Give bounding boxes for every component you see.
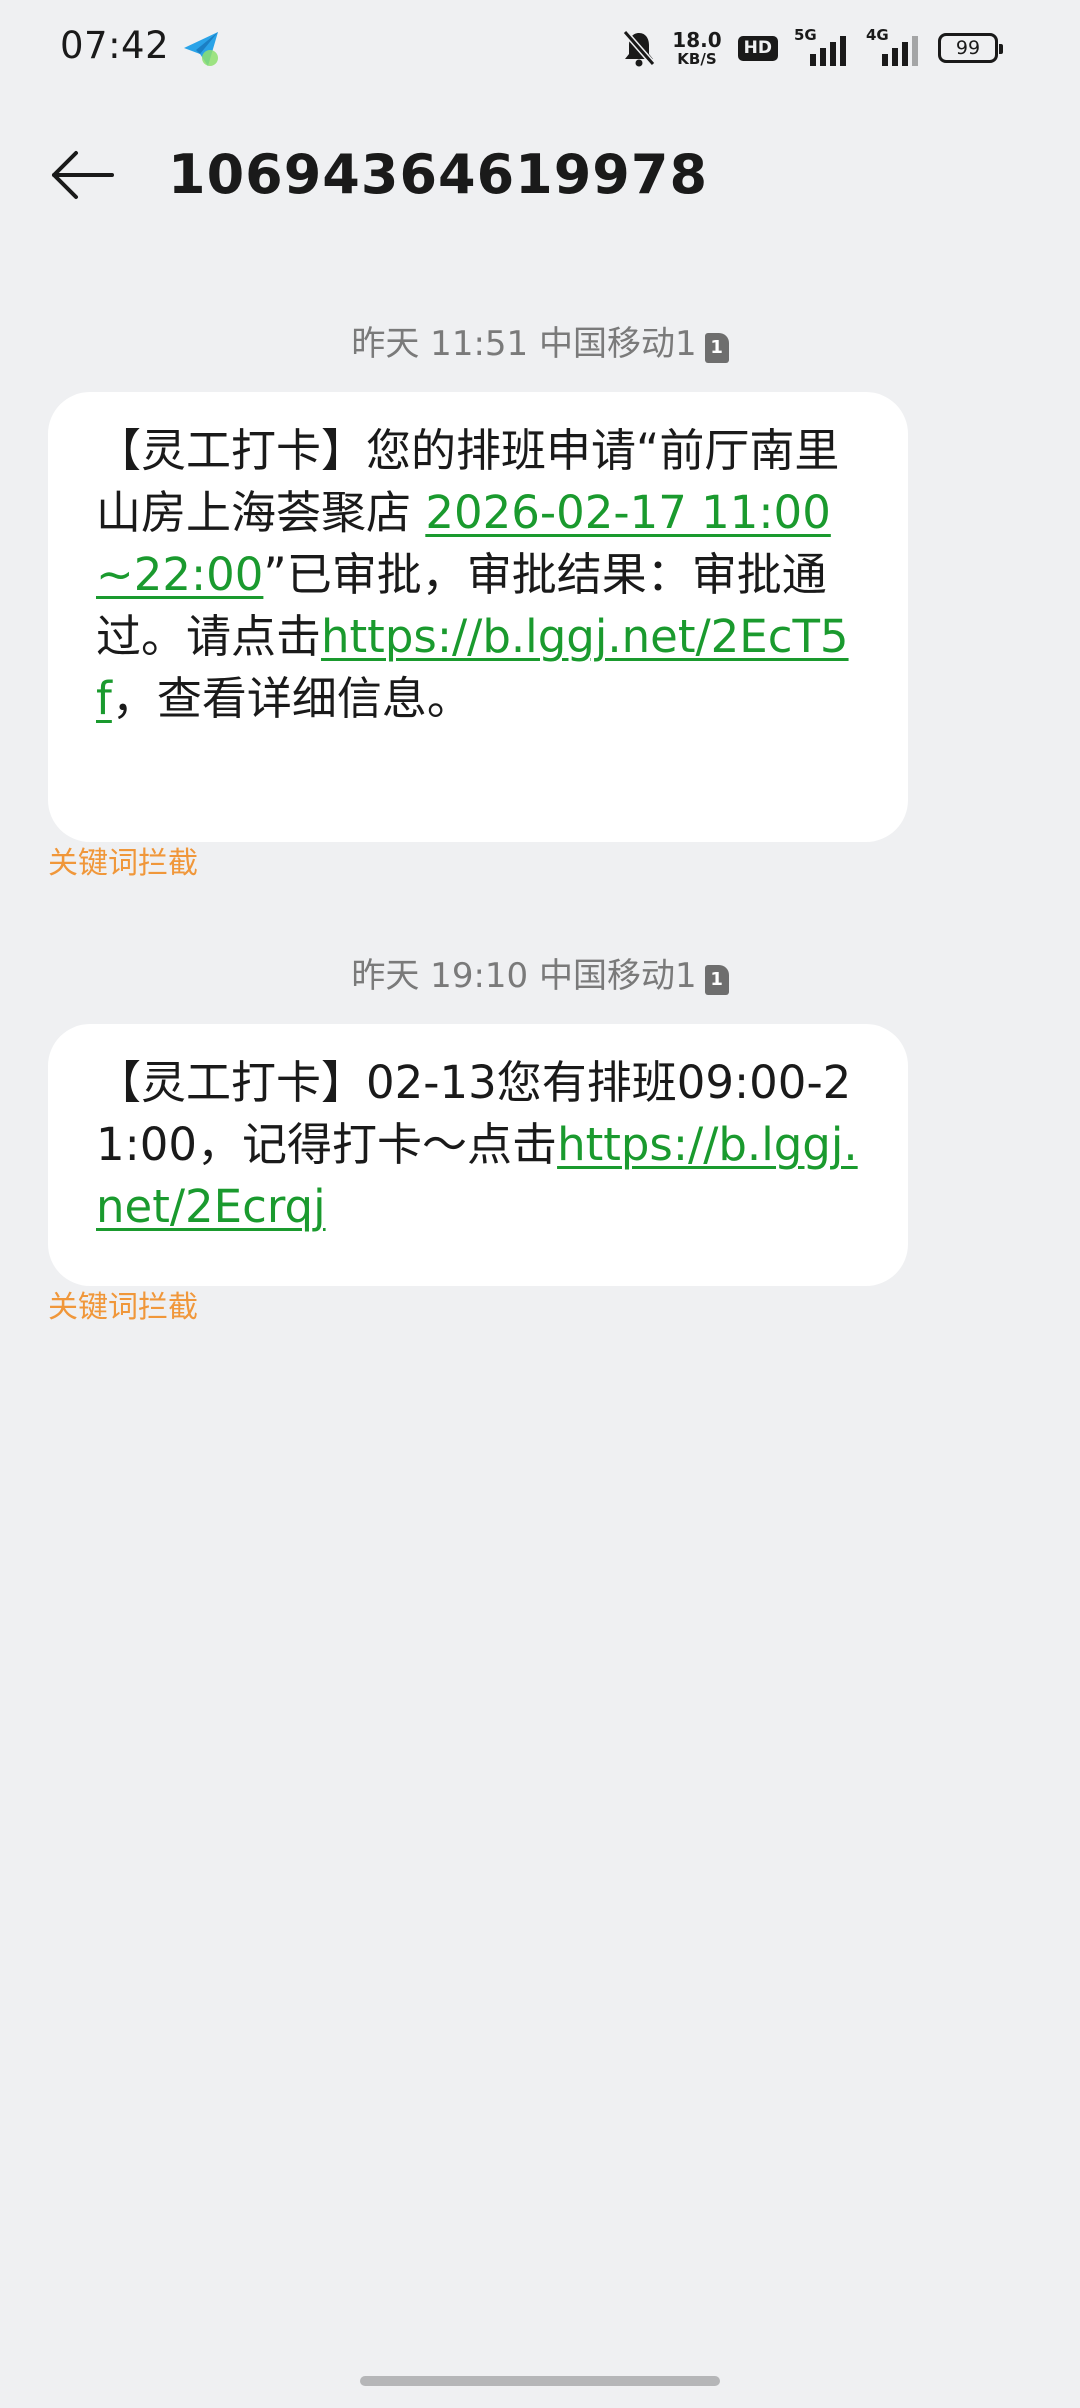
keyword-block-tag[interactable]: 关键词拦截 — [48, 844, 198, 884]
battery-icon: 99 — [938, 33, 1003, 63]
back-button[interactable] — [44, 142, 120, 208]
message-text: ，查看详细信息。 — [111, 672, 472, 725]
status-time: 07:42 — [60, 24, 170, 67]
back-arrow-icon — [52, 151, 114, 199]
network-speed-unit: KB/S — [677, 49, 717, 68]
message-bubble[interactable]: 【灵工打卡】您的排班申请“前厅南里山房上海荟聚店 2026-02-17 11:0… — [48, 392, 908, 842]
message-bubble[interactable]: 【灵工打卡】02-13您有排班09:00-21:00，记得打卡～点击https:… — [48, 1024, 908, 1286]
keyword-block-tag[interactable]: 关键词拦截 — [48, 1288, 198, 1328]
conversation-header: 10694364619978 — [0, 120, 1080, 230]
sim1-signal-icon: 5G — [794, 28, 850, 68]
hd-voice-icon: HD — [737, 35, 778, 61]
sim-card-icon: 1 — [704, 333, 729, 363]
paper-plane-app-icon — [184, 32, 218, 66]
status-bar: 07:42 18.0 KB/S HD 5G 4G 99 — [0, 0, 1080, 96]
message-timestamp: 昨天 11:51 中国移动1 1 — [0, 322, 1080, 366]
message-timestamp: 昨天 19:10 中国移动1 1 — [0, 954, 1080, 998]
network-speed-value: 18.0 — [672, 27, 722, 52]
message-time-carrier: 昨天 11:51 中国移动1 — [351, 324, 697, 364]
battery-level: 99 — [955, 36, 981, 59]
sim2-signal-icon: 4G — [866, 28, 922, 68]
conversation-title: 10694364619978 — [168, 143, 709, 206]
sim-card-icon: 1 — [704, 965, 729, 995]
home-indicator[interactable] — [360, 2376, 720, 2386]
mute-bell-icon — [623, 30, 656, 67]
network-speed: 18.0 KB/S — [672, 30, 721, 67]
status-icons: 18.0 KB/S HD 5G 4G 99 — [622, 26, 1003, 70]
message-time-carrier: 昨天 19:10 中国移动1 — [351, 956, 697, 996]
